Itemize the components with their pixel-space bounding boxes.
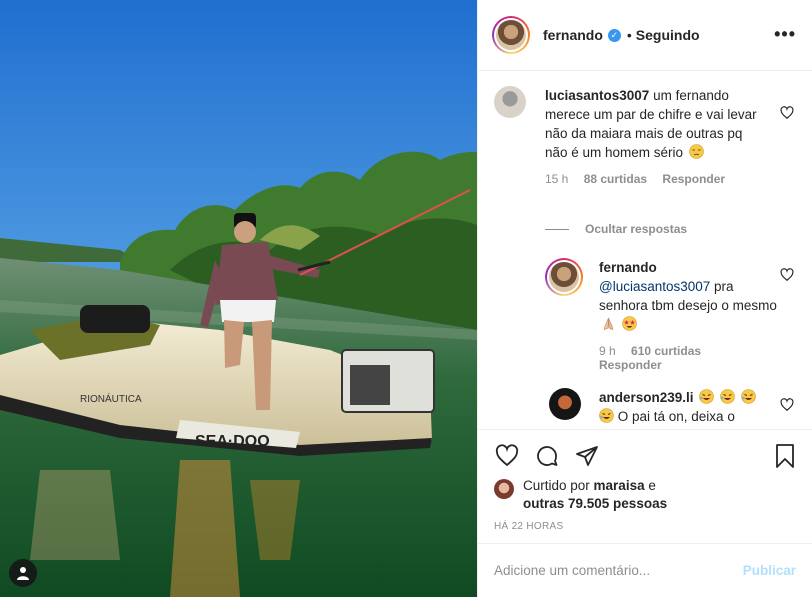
rolling-laughing-emojis: [697, 389, 756, 405]
post-photo[interactable]: SEA·DOO RIONÁUTICA: [0, 0, 477, 597]
post-timestamp[interactable]: HÁ 22 HORAS: [494, 521, 563, 532]
comment-bubble-icon[interactable]: [534, 444, 560, 468]
tagged-users-button[interactable]: [9, 559, 37, 587]
like-reply2-heart-icon[interactable]: [780, 398, 794, 412]
like-comment-heart-icon[interactable]: [780, 106, 794, 120]
author-avatar[interactable]: [492, 16, 530, 54]
likes-middle: e: [644, 478, 656, 493]
likes-count-link[interactable]: outras 79.505 pessoas: [523, 496, 667, 511]
reply-reply-button[interactable]: Responder: [599, 358, 662, 372]
verified-badge-icon: ✓: [607, 28, 621, 42]
comment-time[interactable]: 15 h: [545, 172, 568, 186]
separator-dot: •: [626, 27, 632, 43]
comment-username[interactable]: luciasantos3007: [545, 88, 649, 103]
jetski-lake-photo: SEA·DOO RIONÁUTICA: [0, 0, 477, 597]
commenter-avatar[interactable]: [494, 86, 526, 118]
reply2-content: O pai tá on, deixa o: [614, 409, 735, 424]
reply-mention-link[interactable]: @luciasantos3007: [599, 279, 710, 294]
publish-button[interactable]: Publicar: [743, 563, 796, 578]
more-options-icon[interactable]: •••: [774, 24, 796, 45]
reply2-username[interactable]: anderson239.li: [599, 390, 694, 405]
post-side-panel: fernando ✓ • Seguindo ••• luciasantos300…: [477, 0, 812, 597]
svg-text:RIONÁUTICA: RIONÁUTICA: [80, 392, 142, 405]
comment-item: luciasantos3007 um fernando merece um pa…: [494, 86, 796, 186]
reply-text: fernando @luciasantos3007 pra senhora tb…: [599, 258, 779, 334]
follow-status-button[interactable]: Seguindo: [636, 27, 700, 43]
comment-likes[interactable]: 88 curtidas: [584, 172, 647, 186]
person-icon: [17, 567, 29, 580]
comment-reply-button[interactable]: Responder: [662, 172, 725, 186]
reply-time[interactable]: 9 h: [599, 344, 616, 358]
hide-replies-button[interactable]: Ocultar respostas: [545, 222, 687, 236]
unamused-face-icon: [689, 144, 704, 159]
comments-list[interactable]: luciasantos3007 um fernando merece um pa…: [478, 72, 812, 428]
reply2-author-avatar[interactable]: [549, 388, 581, 420]
folded-hands-icon: [603, 317, 614, 331]
hide-replies-label: Ocultar respostas: [585, 222, 688, 236]
reply-username[interactable]: fernando: [599, 260, 657, 275]
rolling-laughing-icon: [720, 389, 735, 404]
likes-summary: Curtido por maraisa e outras 79.505 pess…: [494, 477, 796, 513]
reply-author-avatar[interactable]: [545, 258, 583, 296]
like-heart-icon[interactable]: [494, 444, 520, 468]
hide-replies-line: [545, 228, 569, 230]
add-comment-bar: Publicar: [478, 543, 812, 597]
post-header: fernando ✓ • Seguindo •••: [478, 0, 812, 71]
star-struck-icon: [621, 316, 637, 331]
like-reply-heart-icon[interactable]: [780, 268, 794, 282]
reply-meta: 9 h 610 curtidas Responder: [599, 344, 796, 372]
post-actions-bar: [478, 429, 812, 483]
reply-likes[interactable]: 610 curtidas: [631, 344, 701, 358]
rolling-laughing-icon: [599, 408, 614, 423]
comment-text: luciasantos3007 um fernando merece um pa…: [545, 86, 763, 162]
liker-username[interactable]: maraisa: [594, 478, 645, 493]
reply2-text: anderson239.li O pai tá on, deixa o: [599, 388, 779, 426]
rolling-laughing-icon: [741, 389, 756, 404]
author-username[interactable]: fernando: [543, 27, 603, 43]
reply-item: anderson239.li O pai tá on, deixa o: [545, 388, 796, 426]
share-paper-plane-icon[interactable]: [574, 444, 600, 468]
reply-item: fernando @luciasantos3007 pra senhora tb…: [545, 258, 796, 372]
likes-prefix: Curtido por: [523, 478, 594, 493]
comment-meta: 15 h 88 curtidas Responder: [545, 172, 796, 186]
save-bookmark-icon[interactable]: [774, 444, 796, 468]
liker-avatar[interactable]: [494, 479, 514, 499]
comment-input[interactable]: [494, 563, 743, 578]
svg-text:SEA·DOO: SEA·DOO: [195, 433, 270, 450]
rolling-laughing-icon: [699, 389, 715, 404]
